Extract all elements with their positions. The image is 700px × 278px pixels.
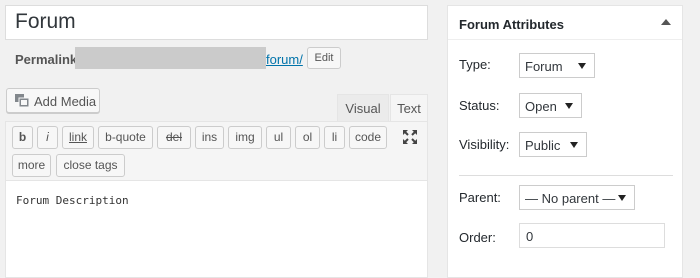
type-select[interactable]: Forum <box>519 53 595 78</box>
qt-ol-button[interactable]: ol <box>295 126 320 149</box>
qt-img-button[interactable]: img <box>228 126 262 149</box>
visibility-select[interactable]: Public <box>519 132 587 157</box>
status-select[interactable]: Open <box>519 93 582 118</box>
order-label: Order: <box>459 230 496 245</box>
type-select-value: Forum <box>525 59 563 74</box>
quicktags-toolbar: b i link b-quote del ins img ul ol li co… <box>6 122 427 181</box>
permalink-slug-link[interactable]: forum/ <box>266 52 303 67</box>
permalink-redacted-url <box>75 47 266 69</box>
media-icon <box>15 94 29 107</box>
qt-li-button[interactable]: li <box>324 126 345 149</box>
tab-visual[interactable]: Visual <box>337 94 389 122</box>
order-input[interactable]: 0 <box>519 223 665 248</box>
type-label: Type: <box>459 57 491 72</box>
panel-header[interactable]: Forum Attributes <box>448 6 682 40</box>
qt-del-button[interactable]: del <box>157 126 191 149</box>
fullscreen-icon[interactable] <box>402 129 418 145</box>
parent-label: Parent: <box>459 190 501 205</box>
chevron-down-icon <box>570 142 578 148</box>
qt-ul-button[interactable]: ul <box>266 126 291 149</box>
parent-select[interactable]: — No parent — <box>519 185 635 210</box>
forum-attributes-panel: Forum Attributes Type: Forum Status: Ope… <box>447 5 683 278</box>
qt-code-button[interactable]: code <box>349 126 387 149</box>
qt-more-button[interactable]: more <box>12 154 51 177</box>
status-select-value: Open <box>525 99 557 114</box>
text-editor[interactable]: b i link b-quote del ins img ul ol li co… <box>5 121 428 278</box>
title-text: Forum <box>15 10 76 33</box>
collapse-arrow-icon[interactable] <box>661 19 671 25</box>
chevron-down-icon <box>565 103 573 109</box>
chevron-down-icon <box>578 63 586 69</box>
order-input-value: 0 <box>526 229 534 244</box>
permalink-row: Permalink: forum/ Edit <box>15 47 345 69</box>
qt-bold-button[interactable]: b <box>12 126 33 149</box>
permalink-edit-button[interactable]: Edit <box>307 47 341 69</box>
qt-link-button[interactable]: link <box>62 126 94 149</box>
editor-content[interactable]: Forum Description <box>16 194 129 207</box>
visibility-select-value: Public <box>525 138 561 153</box>
panel-title: Forum Attributes <box>459 17 564 32</box>
parent-select-value: — No parent — <box>525 191 616 206</box>
qt-close-tags-button[interactable]: close tags <box>56 154 125 177</box>
add-media-label: Add Media <box>34 94 97 109</box>
tab-text[interactable]: Text <box>390 94 428 122</box>
qt-blockquote-button[interactable]: b-quote <box>98 126 153 149</box>
chevron-down-icon <box>618 195 626 201</box>
add-media-button[interactable]: Add Media <box>6 88 100 113</box>
visibility-label: Visibility: <box>459 137 510 152</box>
permalink-label: Permalink: <box>15 52 82 67</box>
divider <box>459 175 673 176</box>
title-input[interactable]: Forum <box>5 5 428 40</box>
status-label: Status: <box>459 98 500 113</box>
qt-italic-button[interactable]: i <box>37 126 58 149</box>
qt-ins-button[interactable]: ins <box>195 126 224 149</box>
